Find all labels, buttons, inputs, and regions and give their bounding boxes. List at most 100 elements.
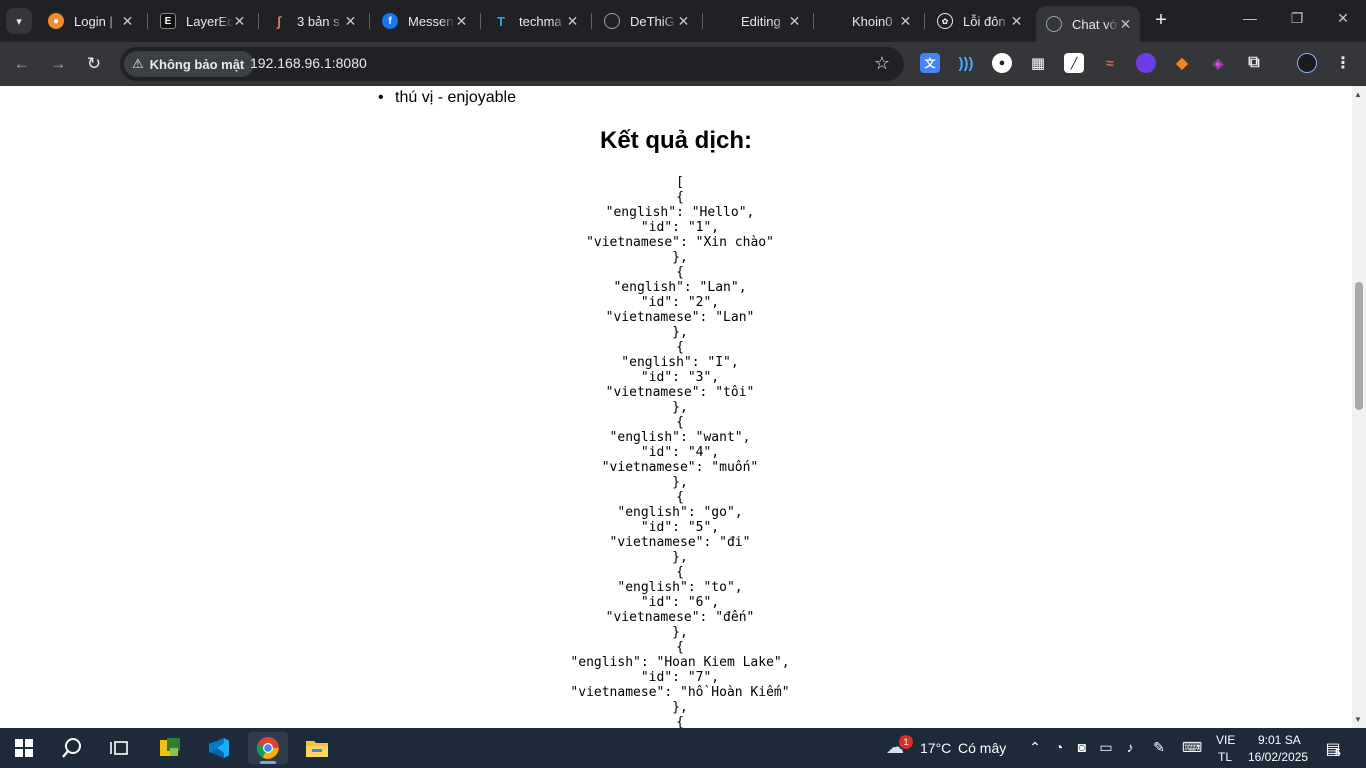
scroll-up-arrow-icon[interactable]: ▲ <box>1354 90 1362 99</box>
tab-khoin[interactable]: Khoin0 ✕ <box>816 4 920 38</box>
close-icon[interactable]: ✕ <box>121 13 134 30</box>
warning-triangle-icon: ⚠ <box>132 56 144 71</box>
globe-icon <box>1046 16 1062 32</box>
close-icon[interactable]: ✕ <box>233 13 246 30</box>
list-item: thú vị - enjoyable <box>378 88 516 108</box>
back-arrow-icon[interactable]: ← <box>10 52 34 76</box>
keyboard-layout[interactable]: TL <box>1218 750 1232 764</box>
new-tab-plus-icon[interactable]: + <box>1151 9 1171 31</box>
scrollbar-thumb[interactable] <box>1355 282 1363 410</box>
weather-badge: 1 <box>899 735 913 749</box>
profile-avatar[interactable] <box>1297 53 1317 73</box>
pen-extension-icon[interactable]: ╱ <box>1064 53 1084 73</box>
minimize-icon[interactable]: — <box>1238 10 1262 26</box>
techmaster-icon: T <box>497 13 505 29</box>
tab-separator <box>702 13 703 29</box>
wave-extension-icon[interactable]: ≈ <box>1100 53 1120 73</box>
tab-title: LayerEd <box>186 13 234 29</box>
task-view-icon[interactable] <box>100 732 140 764</box>
tab-title: Login | <box>74 13 113 29</box>
openai-knot-icon: ✿ <box>937 13 953 29</box>
gamepad-extension-icon[interactable]: ● <box>992 53 1012 73</box>
network-icon[interactable]: ◔ <box>1050 739 1068 755</box>
close-icon[interactable]: ✕ <box>1010 13 1023 30</box>
pen-icon[interactable]: ✎ <box>1150 739 1168 756</box>
grid-extension-icon[interactable]: ▦ <box>1028 53 1048 73</box>
clock-date[interactable]: 16/02/2025 <box>1248 750 1308 764</box>
chrome-app-icon[interactable] <box>248 732 288 764</box>
clock-time[interactable]: 9:01 SA <box>1258 733 1301 747</box>
tab-claude[interactable]: ʃ 3 bản s ✕ <box>261 4 365 38</box>
bookmark-star-icon[interactable]: ☆ <box>874 53 890 74</box>
tab-strip: ▾ ● Login | ✕ E LayerEd ✕ ʃ 3 bản s ✕ f … <box>0 0 1366 42</box>
extensions-puzzle-icon[interactable]: ⧉ <box>1244 53 1264 73</box>
tab-separator <box>147 13 148 29</box>
tab-separator <box>813 13 814 29</box>
keyboard-icon[interactable]: ⌨ <box>1180 739 1204 756</box>
restore-icon[interactable]: ❐ <box>1285 10 1309 27</box>
claude-swirl-icon: ʃ <box>276 13 282 29</box>
tab-title: Editing <box>741 13 781 29</box>
sound-wave-extension-icon[interactable]: ))) <box>956 53 976 73</box>
close-icon[interactable]: ✕ <box>455 13 468 30</box>
close-icon[interactable]: ✕ <box>899 13 912 30</box>
close-icon[interactable]: ✕ <box>566 13 579 30</box>
menu-kebab-icon[interactable]: ⋮ <box>1333 53 1353 73</box>
tab-chatgpt[interactable]: ✿ Lỗi đôn ✕ <box>927 4 1031 38</box>
address-bar[interactable]: ⚠ Không bảo mật 192.168.96.1:8080 ☆ <box>120 47 904 81</box>
diamond-extension-icon[interactable]: ◈ <box>1208 53 1228 73</box>
camera-icon[interactable]: ◙ <box>1073 739 1091 755</box>
tab-title: DeThiG <box>630 13 675 29</box>
tab-layered[interactable]: E LayerEd ✕ <box>150 4 254 38</box>
tab-techmaster[interactable]: T techma ✕ <box>483 4 587 38</box>
reload-icon[interactable]: ↻ <box>82 52 106 76</box>
tab-dethig[interactable]: DeThiG ✕ <box>594 4 698 38</box>
battery-icon[interactable]: ▭ <box>1097 739 1115 756</box>
tab-messenger[interactable]: f Messen ✕ <box>372 4 476 38</box>
google-translate-extension-icon[interactable]: 文 <box>920 53 940 73</box>
input-language[interactable]: VIE <box>1216 733 1235 747</box>
windows-taskbar: ☁ 1 17°C Có mây ⌃ ◔ ◙ ▭ ♪ ✎ ⌨ VIE TL 9:0… <box>0 728 1366 768</box>
sticky-notes-app-icon[interactable] <box>150 732 190 764</box>
close-icon[interactable]: ✕ <box>677 13 690 30</box>
notification-count: 5 <box>1335 748 1341 759</box>
tab-separator <box>924 13 925 29</box>
blank-page-icon <box>826 13 842 29</box>
vscode-app-icon[interactable] <box>199 732 239 764</box>
facebook-icon: f <box>382 13 398 29</box>
page-scrollbar[interactable]: ▲ ▼ <box>1352 86 1366 728</box>
forward-arrow-icon[interactable]: → <box>46 52 70 76</box>
metamask-fox-icon[interactable]: ◆ <box>1172 53 1192 73</box>
security-chip[interactable]: ⚠ Không bảo mật <box>124 51 255 77</box>
blank-page-icon <box>715 13 731 29</box>
tab-editing[interactable]: Editing ✕ <box>705 4 809 38</box>
result-heading: Kết quả dịch: <box>599 127 752 154</box>
weather-temperature[interactable]: 17°C <box>920 740 951 756</box>
tab-separator <box>369 13 370 29</box>
volume-icon[interactable]: ♪ <box>1121 739 1139 755</box>
browser-toolbar: ← → ↻ ⚠ Không bảo mật 192.168.96.1:8080 … <box>0 42 1366 86</box>
tab-separator <box>258 13 259 29</box>
chevron-up-icon[interactable]: ⌃ <box>1026 739 1044 756</box>
close-icon[interactable]: ✕ <box>344 13 357 30</box>
security-label: Không bảo mật <box>149 56 245 72</box>
weather-description[interactable]: Có mây <box>958 740 1006 756</box>
tab-chat-active[interactable]: Chat vớ ✕ <box>1036 6 1140 42</box>
tab-title: Lỗi đôn <box>963 13 1006 29</box>
tab-separator <box>480 13 481 29</box>
search-icon[interactable] <box>52 732 92 764</box>
tab-title: Chat vớ <box>1072 16 1119 32</box>
window-close-icon[interactable]: ✕ <box>1331 10 1355 27</box>
url-text[interactable]: 192.168.96.1:8080 <box>250 55 367 71</box>
close-icon[interactable]: ✕ <box>788 13 801 30</box>
windows-start-icon[interactable] <box>4 732 44 764</box>
tab-search-chevron-down-icon[interactable]: ▾ <box>6 8 32 34</box>
file-explorer-app-icon[interactable] <box>297 732 337 764</box>
tab-title: Messen <box>408 13 454 29</box>
tab-title: techma <box>519 13 562 29</box>
purple-circle-extension-icon[interactable] <box>1136 53 1156 73</box>
scroll-down-arrow-icon[interactable]: ▼ <box>1354 715 1362 724</box>
close-icon[interactable]: ✕ <box>1119 16 1132 33</box>
tab-login[interactable]: ● Login | ✕ <box>38 4 142 38</box>
globe-icon: ● <box>48 13 64 29</box>
